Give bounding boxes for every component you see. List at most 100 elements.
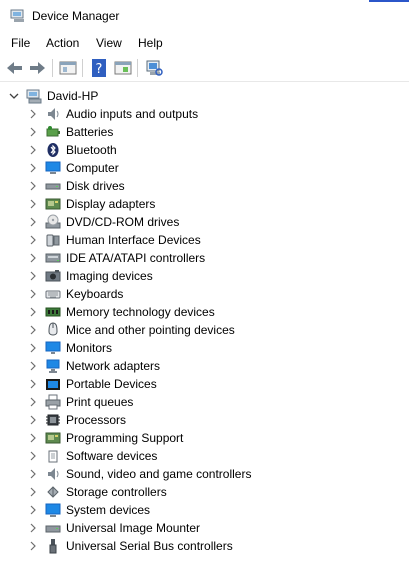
software-device-icon: [45, 448, 61, 464]
tree-item-label: Batteries: [66, 125, 114, 139]
tree-item-display-adapter[interactable]: Display adapters: [0, 195, 400, 213]
speaker-icon: [45, 106, 61, 122]
window-title: Device Manager: [32, 9, 120, 23]
expand-chevron-icon[interactable]: [28, 522, 38, 534]
expand-chevron-icon[interactable]: [28, 288, 38, 300]
tree-item-usb[interactable]: Universal Serial Bus controllers: [0, 537, 400, 555]
expand-chevron-icon[interactable]: [28, 144, 38, 156]
scan-hardware-icon[interactable]: [144, 58, 164, 78]
tree-item-processor[interactable]: Processors: [0, 411, 400, 429]
tree-item-label: Human Interface Devices: [66, 233, 201, 247]
expand-chevron-icon[interactable]: [28, 126, 38, 138]
toolbar: ?: [0, 54, 409, 82]
expand-chevron-icon[interactable]: [28, 252, 38, 264]
tree-item-label: Network adapters: [66, 359, 161, 373]
tree-item-label: Imaging devices: [66, 269, 153, 283]
expand-chevron-icon[interactable]: [28, 360, 38, 372]
memory-icon: [45, 304, 61, 320]
menu-help[interactable]: Help: [138, 36, 163, 50]
expand-chevron-icon[interactable]: [28, 504, 38, 516]
update-view-icon[interactable]: [113, 58, 133, 78]
tree-item-storage[interactable]: Storage controllers: [0, 483, 400, 501]
expand-chevron-icon[interactable]: [28, 198, 38, 210]
help-icon[interactable]: ?: [90, 58, 110, 78]
tree-item-programming[interactable]: Programming Support: [0, 429, 400, 447]
computer-root-icon: [26, 88, 42, 104]
tree-item-disk-drive[interactable]: Disk drives: [0, 177, 400, 195]
mouse-icon: [45, 322, 61, 338]
expand-chevron-icon[interactable]: [28, 324, 38, 336]
portable-device-icon: [45, 376, 61, 392]
window-accent-edge: [369, 0, 409, 2]
tree-item-label: Storage controllers: [66, 485, 167, 499]
sound-icon: [45, 466, 61, 482]
expand-chevron-icon[interactable]: [28, 486, 38, 498]
forward-arrow-icon[interactable]: [27, 58, 47, 78]
programming-icon: [45, 430, 61, 446]
tree-item-printer[interactable]: Print queues: [0, 393, 400, 411]
toolbar-separator: [52, 59, 53, 77]
tree-item-label: System devices: [66, 503, 151, 517]
tree-item-software-device[interactable]: Software devices: [0, 447, 400, 465]
tree-item-system-device[interactable]: System devices: [0, 501, 400, 519]
usb-icon: [45, 538, 61, 554]
expand-chevron-icon[interactable]: [28, 414, 38, 426]
tree-item-dvd-drive[interactable]: DVD/CD-ROM drives: [0, 213, 400, 231]
expand-chevron-icon[interactable]: [28, 396, 38, 408]
tree-item-image-mounter[interactable]: Universal Image Mounter: [0, 519, 400, 537]
properties-window-icon[interactable]: [58, 58, 78, 78]
menu-view[interactable]: View: [96, 36, 122, 50]
device-manager-icon: [10, 9, 26, 23]
tree-root-node[interactable]: David-HP: [0, 87, 400, 105]
expand-chevron-icon[interactable]: [28, 468, 38, 480]
tree-item-sound[interactable]: Sound, video and game controllers: [0, 465, 400, 483]
tree-root-label: David-HP: [47, 89, 99, 103]
tree-item-label: IDE ATA/ATAPI controllers: [66, 251, 206, 265]
tree-item-hid[interactable]: Human Interface Devices: [0, 231, 400, 249]
expand-chevron-icon[interactable]: [28, 540, 38, 552]
tree-item-portable-device[interactable]: Portable Devices: [0, 375, 400, 393]
tree-item-computer[interactable]: Computer: [0, 159, 400, 177]
tree-item-bluetooth[interactable]: Bluetooth: [0, 141, 400, 159]
tree-item-mouse[interactable]: Mice and other pointing devices: [0, 321, 400, 339]
expand-chevron-icon[interactable]: [28, 306, 38, 318]
tree-item-label: Display adapters: [66, 197, 156, 211]
battery-icon: [45, 124, 61, 140]
camera-icon: [45, 268, 61, 284]
tree-item-monitor[interactable]: Monitors: [0, 339, 400, 357]
back-arrow-icon[interactable]: [5, 58, 25, 78]
collapse-chevron-icon[interactable]: [8, 90, 20, 102]
tree-item-label: Memory technology devices: [66, 305, 215, 319]
keyboard-icon: [45, 286, 61, 302]
tree-item-label: Universal Serial Bus controllers: [66, 539, 233, 553]
tree-item-label: Universal Image Mounter: [66, 521, 201, 535]
system-device-icon: [45, 502, 61, 518]
computer-icon: [45, 160, 61, 176]
expand-chevron-icon[interactable]: [28, 432, 38, 444]
tree-item-network[interactable]: Network adapters: [0, 357, 400, 375]
tree-item-ide-controller[interactable]: IDE ATA/ATAPI controllers: [0, 249, 400, 267]
menu-file[interactable]: File: [11, 36, 30, 50]
ide-controller-icon: [45, 250, 61, 266]
tree-item-label: Monitors: [66, 341, 113, 355]
expand-chevron-icon[interactable]: [28, 216, 38, 228]
storage-icon: [45, 484, 61, 500]
tree-item-label: Portable Devices: [66, 377, 157, 391]
expand-chevron-icon[interactable]: [28, 108, 38, 120]
expand-chevron-icon[interactable]: [28, 342, 38, 354]
expand-chevron-icon[interactable]: [28, 234, 38, 246]
expand-chevron-icon[interactable]: [28, 450, 38, 462]
expand-chevron-icon[interactable]: [28, 162, 38, 174]
processor-icon: [45, 412, 61, 428]
menu-action[interactable]: Action: [46, 36, 79, 50]
tree-item-speaker[interactable]: Audio inputs and outputs: [0, 105, 400, 123]
tree-item-camera[interactable]: Imaging devices: [0, 267, 400, 285]
expand-chevron-icon[interactable]: [28, 270, 38, 282]
tree-item-memory[interactable]: Memory technology devices: [0, 303, 400, 321]
expand-chevron-icon[interactable]: [28, 378, 38, 390]
tree-item-keyboard[interactable]: Keyboards: [0, 285, 400, 303]
expand-chevron-icon[interactable]: [28, 180, 38, 192]
tree-item-battery[interactable]: Batteries: [0, 123, 400, 141]
tree-item-label: Audio inputs and outputs: [66, 107, 199, 121]
tree-item-label: Programming Support: [66, 431, 184, 445]
